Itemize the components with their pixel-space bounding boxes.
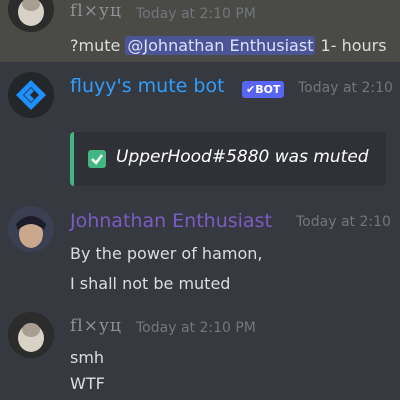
message-line: WTF: [70, 374, 105, 393]
message-2: fluyy's mute bot ✔BOT Today at 2:10 Uppe…: [0, 66, 400, 196]
author-name[interactable]: Johnathan Enthusiast: [70, 210, 272, 232]
check-box-icon: [88, 150, 106, 168]
timestamp: Today at 2:10: [298, 80, 393, 96]
embed: UpperHood#5880 was muted: [70, 132, 386, 186]
blue-chevron-logo-icon: [8, 72, 54, 118]
author-name[interactable]: fl×уц: [70, 316, 122, 336]
timestamp: Today at 2:10 PM: [136, 6, 256, 22]
message-1: fl×уц Today at 2:10 PM ?mute @Johnathan …: [0, 0, 400, 62]
user-avatar[interactable]: [8, 312, 54, 358]
message-line: By the power of hamon,: [70, 244, 263, 263]
duration-text: 1- hours: [315, 36, 387, 55]
message-line: smh: [70, 348, 105, 367]
message-3: Johnathan Enthusiast Today at 2:10 By th…: [0, 200, 400, 302]
message-line: I shall not be muted: [70, 274, 231, 293]
command-text: ?mute: [70, 36, 126, 55]
bot-tag: ✔BOT: [242, 81, 285, 98]
user-mention[interactable]: @Johnathan Enthusiast: [125, 36, 316, 55]
timestamp: Today at 2:10: [296, 214, 391, 230]
embed-text: UpperHood#5880 was muted: [116, 147, 369, 167]
message-4: fl×уц Today at 2:10 PM smh WTF: [0, 306, 400, 400]
user-avatar[interactable]: [8, 0, 54, 32]
user-avatar[interactable]: [8, 206, 54, 252]
timestamp: Today at 2:10 PM: [136, 320, 256, 336]
author-name[interactable]: fl×уц: [70, 1, 122, 21]
message-text: ?mute @Johnathan Enthusiast 1- hours: [70, 36, 387, 55]
bot-avatar[interactable]: [8, 72, 54, 118]
author-name[interactable]: fluyy's mute bot: [70, 75, 225, 97]
